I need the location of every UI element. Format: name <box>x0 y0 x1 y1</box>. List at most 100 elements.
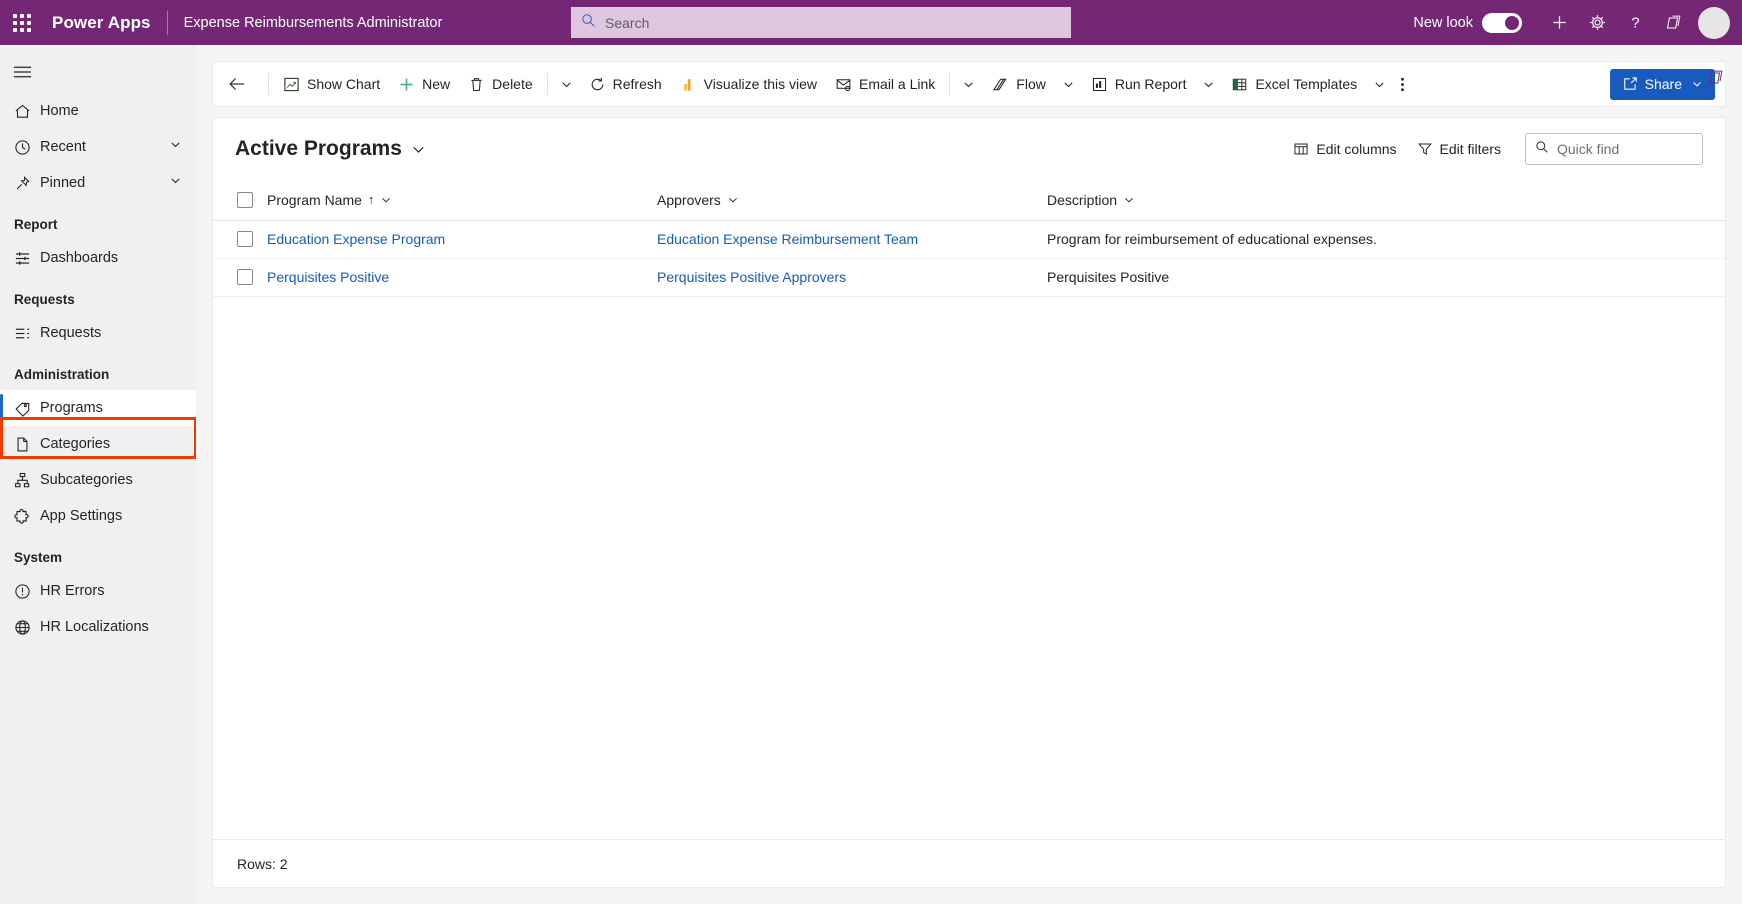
excel-templates-caret[interactable] <box>1366 66 1393 102</box>
row-checkbox[interactable] <box>237 231 253 247</box>
run-report-caret[interactable] <box>1195 66 1222 102</box>
sidebar-item-hr-localizations[interactable]: HR Localizations <box>0 609 196 645</box>
hierarchy-icon <box>14 472 36 489</box>
delete-overflow-caret[interactable] <box>553 66 580 102</box>
sidebar-item-programs[interactable]: Programs <box>0 390 196 426</box>
search-icon <box>581 13 596 33</box>
program-name-link[interactable]: Perquisites Positive <box>267 269 389 285</box>
sidebar-item-label: Pinned <box>40 175 86 191</box>
grid-panel: Active Programs Edit columns Edit filter <box>212 117 1726 888</box>
column-header-approvers[interactable]: Approvers <box>657 180 1047 221</box>
sidebar-item-label: HR Errors <box>40 583 105 599</box>
table-row[interactable]: Education Expense Program Education Expe… <box>213 220 1725 258</box>
header-actions: New look ? <box>1413 0 1742 45</box>
approvers-link[interactable]: Education Expense Reimbursement Team <box>657 231 918 247</box>
row-count-footer: Rows: 2 <box>213 839 1725 887</box>
cell-program-name: Education Expense Program <box>267 220 657 258</box>
flow-caret[interactable] <box>1055 66 1082 102</box>
filter-icon <box>1417 141 1433 157</box>
sidebar-item-requests[interactable]: Requests <box>0 315 196 351</box>
view-selector[interactable]: Active Programs <box>235 137 426 161</box>
site-map-toggle-button[interactable] <box>0 51 44 93</box>
alert-circle-icon <box>14 583 36 600</box>
column-label: Description <box>1047 191 1118 208</box>
search-input[interactable] <box>605 14 1061 31</box>
share-icon <box>1622 76 1638 92</box>
chevron-down-icon[interactable] <box>411 142 426 157</box>
select-all-header <box>213 180 267 221</box>
user-avatar[interactable] <box>1698 6 1730 39</box>
chevron-down-icon[interactable] <box>169 174 182 192</box>
delete-button[interactable]: Delete <box>459 66 541 102</box>
cell-program-name: Perquisites Positive <box>267 258 657 296</box>
command-separator <box>268 73 269 95</box>
run-report-button[interactable]: Run Report <box>1082 66 1196 102</box>
chevron-down-icon[interactable] <box>1123 194 1135 206</box>
column-header-description[interactable]: Description <box>1047 180 1725 221</box>
command-label: Delete <box>492 76 533 92</box>
command-bar: Show Chart New Delete Refresh Visualize … <box>212 61 1726 107</box>
excel-icon <box>1231 76 1248 93</box>
new-look-label: New look <box>1413 14 1473 31</box>
sidebar-item-hr-errors[interactable]: HR Errors <box>0 573 196 609</box>
refresh-button[interactable]: Refresh <box>580 66 671 102</box>
trash-icon <box>468 76 485 93</box>
row-checkbox[interactable] <box>237 269 253 285</box>
approvers-link[interactable]: Perquisites Positive Approvers <box>657 269 846 285</box>
edit-columns-button[interactable]: Edit columns <box>1283 133 1406 165</box>
sidebar-item-recent[interactable]: Recent <box>0 129 196 165</box>
column-header-program-name[interactable]: Program Name ↑ <box>267 180 657 221</box>
edit-filters-button[interactable]: Edit filters <box>1407 133 1511 165</box>
table-row[interactable]: Perquisites Positive Perquisites Positiv… <box>213 258 1725 296</box>
refresh-icon <box>589 76 606 93</box>
email-overflow-caret[interactable] <box>955 66 982 102</box>
sidebar-item-label: Programs <box>40 400 103 416</box>
quick-find-input[interactable] <box>1557 141 1693 157</box>
app-launcher-button[interactable] <box>0 0 44 45</box>
sidebar-item-subcategories[interactable]: Subcategories <box>0 462 196 498</box>
global-search[interactable] <box>571 7 1071 38</box>
grid-header: Active Programs Edit columns Edit filter <box>213 118 1725 180</box>
flow-button[interactable]: Flow <box>982 66 1055 102</box>
columns-icon <box>1293 141 1309 157</box>
sidebar-item-label: App Settings <box>40 508 123 524</box>
sidebar-group-system: System <box>14 550 63 565</box>
sidebar-item-label: Categories <box>40 436 111 452</box>
more-commands-button[interactable] <box>1393 66 1412 102</box>
new-look-toggle[interactable] <box>1482 12 1522 33</box>
new-button[interactable]: New <box>389 66 459 102</box>
sidebar-item-pinned[interactable]: Pinned <box>0 165 196 201</box>
brand-logo-text[interactable]: Power Apps <box>52 13 151 33</box>
excel-templates-button[interactable]: Excel Templates <box>1222 66 1366 102</box>
visualize-this-view-button[interactable]: Visualize this view <box>671 66 826 102</box>
quick-find-box[interactable] <box>1525 133 1703 165</box>
sidebar-item-dashboards[interactable]: Dashboards <box>0 240 196 276</box>
email-a-link-button[interactable]: Email a Link <box>826 66 944 102</box>
command-label: Flow <box>1016 76 1046 92</box>
gear-icon[interactable] <box>1578 0 1616 45</box>
insights-icon <box>680 76 697 93</box>
chevron-down-icon[interactable] <box>380 194 392 206</box>
row-select-cell <box>213 258 267 296</box>
programs-table: Program Name ↑ Approvers Description Edu… <box>213 180 1725 297</box>
help-icon[interactable]: ? <box>1616 0 1654 45</box>
home-icon <box>14 103 36 120</box>
cell-description: Perquisites Positive <box>1047 269 1170 285</box>
sidebar-item-categories[interactable]: Categories <box>0 426 196 462</box>
sidebar-item-label: Recent <box>40 139 86 155</box>
select-all-checkbox[interactable] <box>237 191 253 208</box>
feedback-icon[interactable] <box>1654 0 1692 45</box>
sidebar-item-home[interactable]: Home <box>0 93 196 129</box>
back-button[interactable] <box>219 66 263 102</box>
copilot-icon[interactable] <box>1698 61 1732 95</box>
show-chart-button[interactable]: Show Chart <box>274 66 389 102</box>
puzzle-icon <box>14 507 36 525</box>
plus-icon[interactable] <box>1540 0 1578 45</box>
sidebar-item-label: Home <box>40 103 79 119</box>
flow-icon <box>991 76 1009 93</box>
chevron-down-icon[interactable] <box>727 194 739 206</box>
chevron-down-icon[interactable] <box>169 138 182 156</box>
edit-filters-label: Edit filters <box>1439 141 1501 157</box>
sidebar-item-app-settings[interactable]: App Settings <box>0 498 196 534</box>
program-name-link[interactable]: Education Expense Program <box>267 231 445 247</box>
